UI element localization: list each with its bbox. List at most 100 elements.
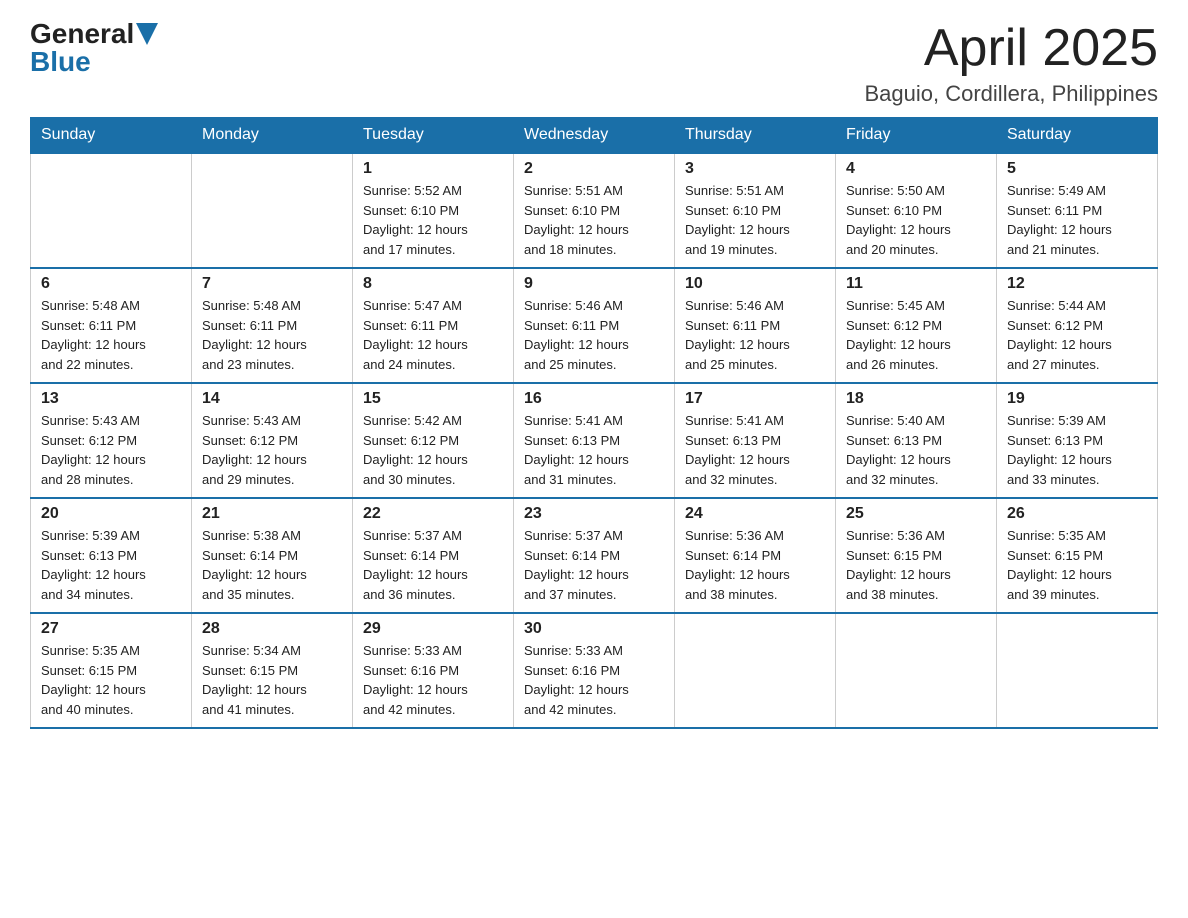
day-number: 27 (41, 620, 181, 638)
column-header-wednesday: Wednesday (514, 118, 675, 154)
calendar-cell: 8 Sunrise: 5:47 AM Sunset: 6:11 PM Daylig… (353, 268, 514, 383)
week-row-1: 1Sunrise: 5:52 AM Sunset: 6:10 PM Daylig… (31, 153, 1158, 268)
day-number: 23 (524, 505, 664, 523)
title-block: April 2025 Baguio, Cordillera, Philippin… (865, 20, 1159, 107)
column-header-saturday: Saturday (997, 118, 1158, 154)
calendar-cell: 16Sunrise: 5:41 AM Sunset: 6:13 PM Dayli… (514, 383, 675, 498)
day-number: 10 (685, 275, 825, 293)
calendar-cell: 21 Sunrise: 5:38 AM Sunset: 6:14 PM Dayli… (192, 498, 353, 613)
day-info: Sunrise: 5:37 AM Sunset: 6:14 PM Dayligh… (524, 526, 664, 604)
page-header: General Blue April 2025 Baguio, Cordille… (30, 20, 1158, 107)
calendar-cell: 28 Sunrise: 5:34 AM Sunset: 6:15 PM Dayli… (192, 613, 353, 728)
column-header-sunday: Sunday (31, 118, 192, 154)
day-number: 9 (524, 275, 664, 293)
day-info: Sunrise: 5:38 AM Sunset: 6:14 PM Dayligh… (202, 526, 342, 604)
day-number: 5 (1007, 160, 1147, 178)
calendar-cell: 14 Sunrise: 5:43 AM Sunset: 6:12 PM Dayli… (192, 383, 353, 498)
day-info: Sunrise: 5:36 AM Sunset: 6:14 PM Dayligh… (685, 526, 825, 604)
calendar-cell: 15 Sunrise: 5:42 AM Sunset: 6:12 PM Dayli… (353, 383, 514, 498)
calendar-cell: 6 Sunrise: 5:48 AM Sunset: 6:11 PM Daylig… (31, 268, 192, 383)
day-info: Sunrise: 5:48 AM Sunset: 6:11 PM Dayligh… (202, 296, 342, 374)
logo-general-text: General (30, 20, 134, 48)
calendar-cell: 23 Sunrise: 5:37 AM Sunset: 6:14 PM Dayli… (514, 498, 675, 613)
calendar-cell: 26 Sunrise: 5:35 AM Sunset: 6:15 PM Dayli… (997, 498, 1158, 613)
day-info: Sunrise: 5:43 AM Sunset: 6:12 PM Dayligh… (41, 411, 181, 489)
day-number: 19 (1007, 390, 1147, 408)
logo: General Blue (30, 20, 158, 76)
day-info: Sunrise: 5:41 AM Sunset: 6:13 PM Dayligh… (524, 411, 664, 489)
day-number: 29 (363, 620, 503, 638)
calendar-cell: 30 Sunrise: 5:33 AM Sunset: 6:16 PM Dayli… (514, 613, 675, 728)
calendar-cell: 2 Sunrise: 5:51 AM Sunset: 6:10 PM Daylig… (514, 153, 675, 268)
calendar-cell: 22Sunrise: 5:37 AM Sunset: 6:14 PM Dayli… (353, 498, 514, 613)
day-number: 6 (41, 275, 181, 293)
logo-icon (136, 23, 158, 45)
column-header-thursday: Thursday (675, 118, 836, 154)
day-number: 14 (202, 390, 342, 408)
calendar-cell (31, 153, 192, 268)
day-number: 13 (41, 390, 181, 408)
day-info: Sunrise: 5:36 AM Sunset: 6:15 PM Dayligh… (846, 526, 986, 604)
day-number: 11 (846, 275, 986, 293)
day-info: Sunrise: 5:42 AM Sunset: 6:12 PM Dayligh… (363, 411, 503, 489)
day-info: Sunrise: 5:46 AM Sunset: 6:11 PM Dayligh… (524, 296, 664, 374)
day-number: 30 (524, 620, 664, 638)
day-info: Sunrise: 5:33 AM Sunset: 6:16 PM Dayligh… (524, 641, 664, 719)
day-number: 26 (1007, 505, 1147, 523)
week-row-4: 20 Sunrise: 5:39 AM Sunset: 6:13 PM Dayli… (31, 498, 1158, 613)
day-number: 7 (202, 275, 342, 293)
day-info: Sunrise: 5:44 AM Sunset: 6:12 PM Dayligh… (1007, 296, 1147, 374)
day-number: 18 (846, 390, 986, 408)
calendar-cell: 29 Sunrise: 5:33 AM Sunset: 6:16 PM Dayli… (353, 613, 514, 728)
day-info: Sunrise: 5:47 AM Sunset: 6:11 PM Dayligh… (363, 296, 503, 374)
day-info: Sunrise: 5:51 AM Sunset: 6:10 PM Dayligh… (524, 181, 664, 259)
day-number: 8 (363, 275, 503, 293)
calendar-cell (997, 613, 1158, 728)
calendar-cell (675, 613, 836, 728)
column-header-monday: Monday (192, 118, 353, 154)
day-info: Sunrise: 5:45 AM Sunset: 6:12 PM Dayligh… (846, 296, 986, 374)
day-number: 12 (1007, 275, 1147, 293)
day-info: Sunrise: 5:34 AM Sunset: 6:15 PM Dayligh… (202, 641, 342, 719)
day-info: Sunrise: 5:39 AM Sunset: 6:13 PM Dayligh… (1007, 411, 1147, 489)
column-header-tuesday: Tuesday (353, 118, 514, 154)
day-info: Sunrise: 5:41 AM Sunset: 6:13 PM Dayligh… (685, 411, 825, 489)
day-number: 1 (363, 160, 503, 178)
calendar-cell: 17Sunrise: 5:41 AM Sunset: 6:13 PM Dayli… (675, 383, 836, 498)
calendar-cell: 13 Sunrise: 5:43 AM Sunset: 6:12 PM Dayli… (31, 383, 192, 498)
day-info: Sunrise: 5:35 AM Sunset: 6:15 PM Dayligh… (41, 641, 181, 719)
column-header-friday: Friday (836, 118, 997, 154)
day-number: 20 (41, 505, 181, 523)
location-title: Baguio, Cordillera, Philippines (865, 81, 1159, 107)
calendar-cell: 7 Sunrise: 5:48 AM Sunset: 6:11 PM Daylig… (192, 268, 353, 383)
calendar-cell: 11 Sunrise: 5:45 AM Sunset: 6:12 PM Dayli… (836, 268, 997, 383)
day-number: 21 (202, 505, 342, 523)
calendar-cell: 10 Sunrise: 5:46 AM Sunset: 6:11 PM Dayli… (675, 268, 836, 383)
day-info: Sunrise: 5:33 AM Sunset: 6:16 PM Dayligh… (363, 641, 503, 719)
day-info: Sunrise: 5:48 AM Sunset: 6:11 PM Dayligh… (41, 296, 181, 374)
day-info: Sunrise: 5:35 AM Sunset: 6:15 PM Dayligh… (1007, 526, 1147, 604)
day-info: Sunrise: 5:43 AM Sunset: 6:12 PM Dayligh… (202, 411, 342, 489)
calendar-cell: 24Sunrise: 5:36 AM Sunset: 6:14 PM Dayli… (675, 498, 836, 613)
calendar-cell: 3Sunrise: 5:51 AM Sunset: 6:10 PM Daylig… (675, 153, 836, 268)
calendar-cell: 27 Sunrise: 5:35 AM Sunset: 6:15 PM Dayli… (31, 613, 192, 728)
day-number: 15 (363, 390, 503, 408)
day-number: 25 (846, 505, 986, 523)
calendar-cell: 9 Sunrise: 5:46 AM Sunset: 6:11 PM Daylig… (514, 268, 675, 383)
calendar-cell: 20 Sunrise: 5:39 AM Sunset: 6:13 PM Dayli… (31, 498, 192, 613)
calendar-cell: 19 Sunrise: 5:39 AM Sunset: 6:13 PM Dayli… (997, 383, 1158, 498)
day-number: 28 (202, 620, 342, 638)
day-info: Sunrise: 5:51 AM Sunset: 6:10 PM Dayligh… (685, 181, 825, 259)
day-info: Sunrise: 5:39 AM Sunset: 6:13 PM Dayligh… (41, 526, 181, 604)
day-info: Sunrise: 5:46 AM Sunset: 6:11 PM Dayligh… (685, 296, 825, 374)
week-row-3: 13 Sunrise: 5:43 AM Sunset: 6:12 PM Dayli… (31, 383, 1158, 498)
day-number: 2 (524, 160, 664, 178)
day-number: 22 (363, 505, 503, 523)
calendar-cell: 1Sunrise: 5:52 AM Sunset: 6:10 PM Daylig… (353, 153, 514, 268)
calendar-table: SundayMondayTuesdayWednesdayThursdayFrid… (30, 117, 1158, 729)
day-info: Sunrise: 5:50 AM Sunset: 6:10 PM Dayligh… (846, 181, 986, 259)
week-row-5: 27 Sunrise: 5:35 AM Sunset: 6:15 PM Dayli… (31, 613, 1158, 728)
day-info: Sunrise: 5:49 AM Sunset: 6:11 PM Dayligh… (1007, 181, 1147, 259)
calendar-cell: 5 Sunrise: 5:49 AM Sunset: 6:11 PM Daylig… (997, 153, 1158, 268)
calendar-cell (836, 613, 997, 728)
